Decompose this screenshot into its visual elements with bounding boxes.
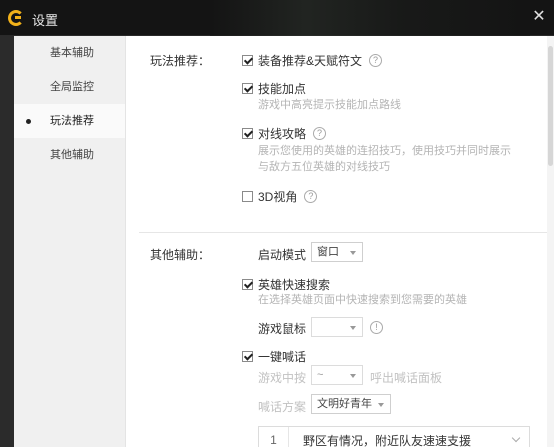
quick-message-row[interactable]: 1 野区有情况，附近队友速速支援 bbox=[258, 426, 530, 447]
scrollbar[interactable] bbox=[547, 36, 554, 447]
sidebar-item-label: 玩法推荐 bbox=[50, 115, 94, 127]
chevron-down-icon[interactable] bbox=[511, 433, 521, 443]
message-index: 1 bbox=[259, 427, 289, 447]
help-icon[interactable]: ? bbox=[369, 54, 383, 67]
hotkey-value: ~ bbox=[317, 369, 324, 381]
lane-guide-checkbox[interactable] bbox=[242, 128, 253, 139]
help-icon[interactable]: ? bbox=[313, 127, 327, 140]
hotkey-select[interactable]: ~ bbox=[311, 365, 363, 385]
skill-points-checkbox[interactable] bbox=[242, 83, 253, 94]
hotkey-label: 游戏中按 bbox=[258, 371, 307, 385]
launch-mode-label: 启动模式 bbox=[258, 248, 307, 262]
other-section-label: 其他辅助： bbox=[150, 248, 211, 262]
3d-view-option: 3D视角 ? bbox=[242, 188, 318, 205]
sidebar-item-basic[interactable]: 基本辅助 bbox=[14, 36, 125, 70]
sidebar-item-monitor[interactable]: 全局监控 bbox=[14, 70, 125, 104]
hero-search-desc: 在选择英雄页面中快速搜索到您需要的英雄 bbox=[258, 294, 467, 306]
scheme-select[interactable]: 文明好青年 bbox=[311, 394, 391, 414]
hero-search-label: 英雄快速搜索 bbox=[258, 278, 331, 292]
scheme-label: 喊话方案 bbox=[258, 400, 307, 414]
launch-mode-select[interactable]: 窗口 bbox=[311, 242, 363, 262]
skill-points-desc: 游戏中高亮提示技能加点路线 bbox=[258, 99, 401, 111]
3d-view-label: 3D视角 bbox=[258, 190, 298, 204]
close-icon[interactable]: ✕ bbox=[530, 8, 548, 26]
hero-search-option: 英雄快速搜索 bbox=[242, 276, 330, 293]
settings-panel: 玩法推荐： 装备推荐&天赋符文 ? 技能加点 游戏中高亮提示技能加点路线 对线攻… bbox=[127, 36, 554, 447]
message-text: 野区有情况，附近队友速速支援 bbox=[303, 433, 472, 447]
quick-shout-option: 一键喊话 bbox=[242, 348, 306, 365]
lane-guide-option: 对线攻略 ? bbox=[242, 125, 327, 142]
sidebar: 基本辅助 全局监控 玩法推荐 其他辅助 bbox=[14, 36, 126, 447]
sidebar-item-label: 全局监控 bbox=[50, 81, 94, 93]
hero-search-checkbox[interactable] bbox=[242, 279, 253, 290]
scheme-value: 文明好青年 bbox=[317, 398, 372, 410]
lane-guide-desc-line2: 与敌方五位英雄的对线技巧 bbox=[258, 161, 390, 173]
quick-shout-label: 一键喊话 bbox=[258, 350, 307, 364]
quick-shout-checkbox[interactable] bbox=[242, 351, 253, 362]
game-mouse-select[interactable] bbox=[311, 317, 363, 337]
equipment-recommend-option: 装备推荐&天赋符文 ? bbox=[242, 52, 383, 69]
chevron-down-icon bbox=[350, 326, 356, 330]
sidebar-item-gameplay[interactable]: 玩法推荐 bbox=[14, 104, 125, 138]
window-left-edge bbox=[0, 36, 14, 447]
lane-guide-label: 对线攻略 bbox=[258, 127, 307, 141]
sidebar-item-other[interactable]: 其他辅助 bbox=[14, 138, 125, 172]
title-bar: 设置 ✕ bbox=[0, 0, 554, 36]
info-icon[interactable]: ! bbox=[370, 321, 383, 334]
help-icon[interactable]: ? bbox=[304, 190, 318, 203]
lane-guide-desc-line1: 展示您使用的英雄的连招技巧，使用技巧并同时展示 bbox=[258, 145, 511, 157]
scrollbar-thumb[interactable] bbox=[548, 46, 553, 166]
skill-points-label: 技能加点 bbox=[258, 82, 307, 96]
game-mouse-label: 游戏鼠标 bbox=[258, 322, 307, 336]
equipment-recommend-checkbox[interactable] bbox=[242, 55, 253, 66]
app-logo-icon bbox=[8, 10, 24, 26]
skill-points-option: 技能加点 bbox=[242, 80, 306, 97]
chevron-down-icon bbox=[350, 251, 356, 255]
title-bar-background bbox=[210, 0, 530, 36]
section-divider bbox=[139, 232, 549, 233]
chevron-down-icon bbox=[378, 403, 384, 407]
gameplay-section-label: 玩法推荐： bbox=[150, 54, 211, 68]
chevron-down-icon bbox=[350, 374, 356, 378]
active-dot-icon bbox=[26, 119, 31, 124]
sidebar-item-label: 基本辅助 bbox=[50, 47, 94, 59]
launch-mode-value: 窗口 bbox=[317, 246, 339, 258]
window-title: 设置 bbox=[32, 13, 59, 28]
sidebar-item-label: 其他辅助 bbox=[50, 149, 94, 161]
equipment-recommend-label: 装备推荐&天赋符文 bbox=[258, 54, 363, 68]
3d-view-checkbox[interactable] bbox=[242, 191, 253, 202]
hotkey-suffix: 呼出喊话面板 bbox=[370, 371, 443, 385]
